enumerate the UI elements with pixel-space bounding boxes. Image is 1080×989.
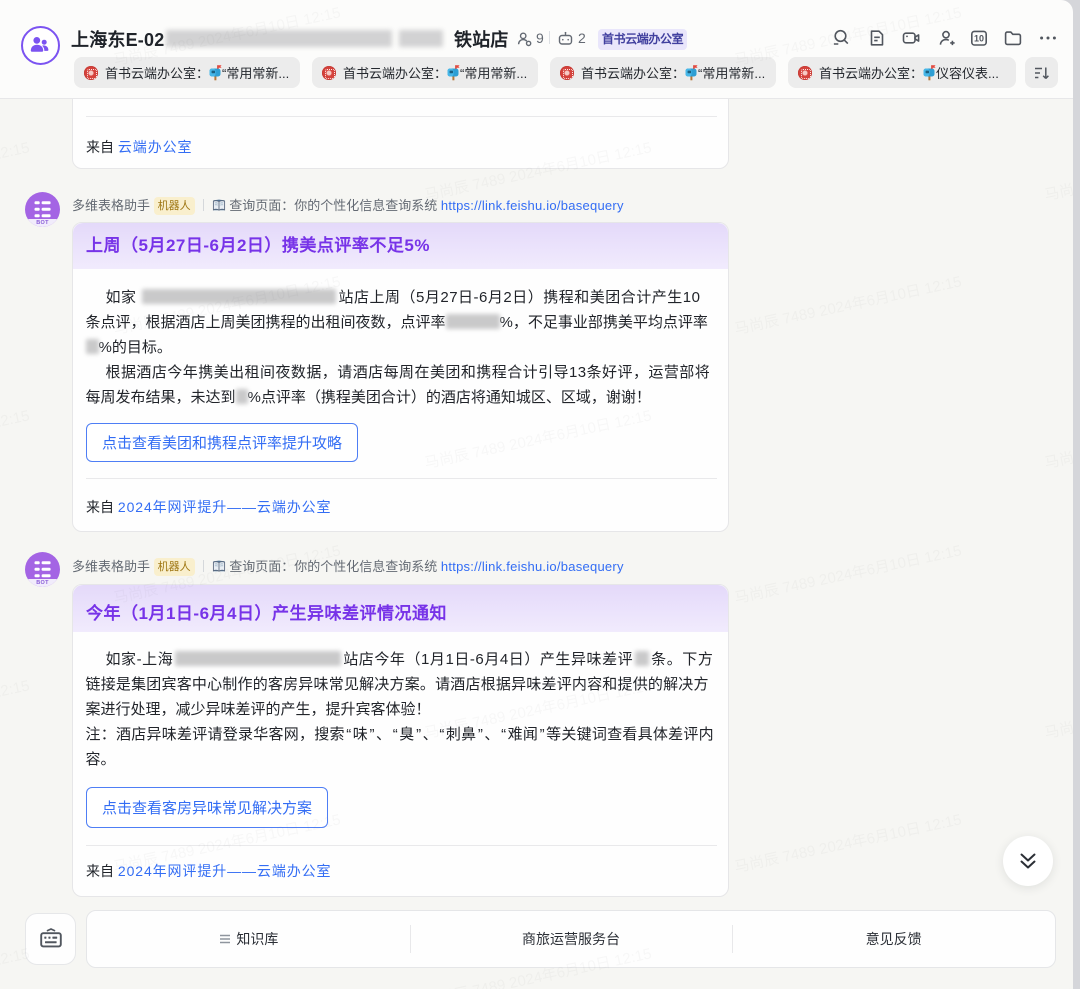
svg-text:10: 10 [974, 34, 984, 44]
